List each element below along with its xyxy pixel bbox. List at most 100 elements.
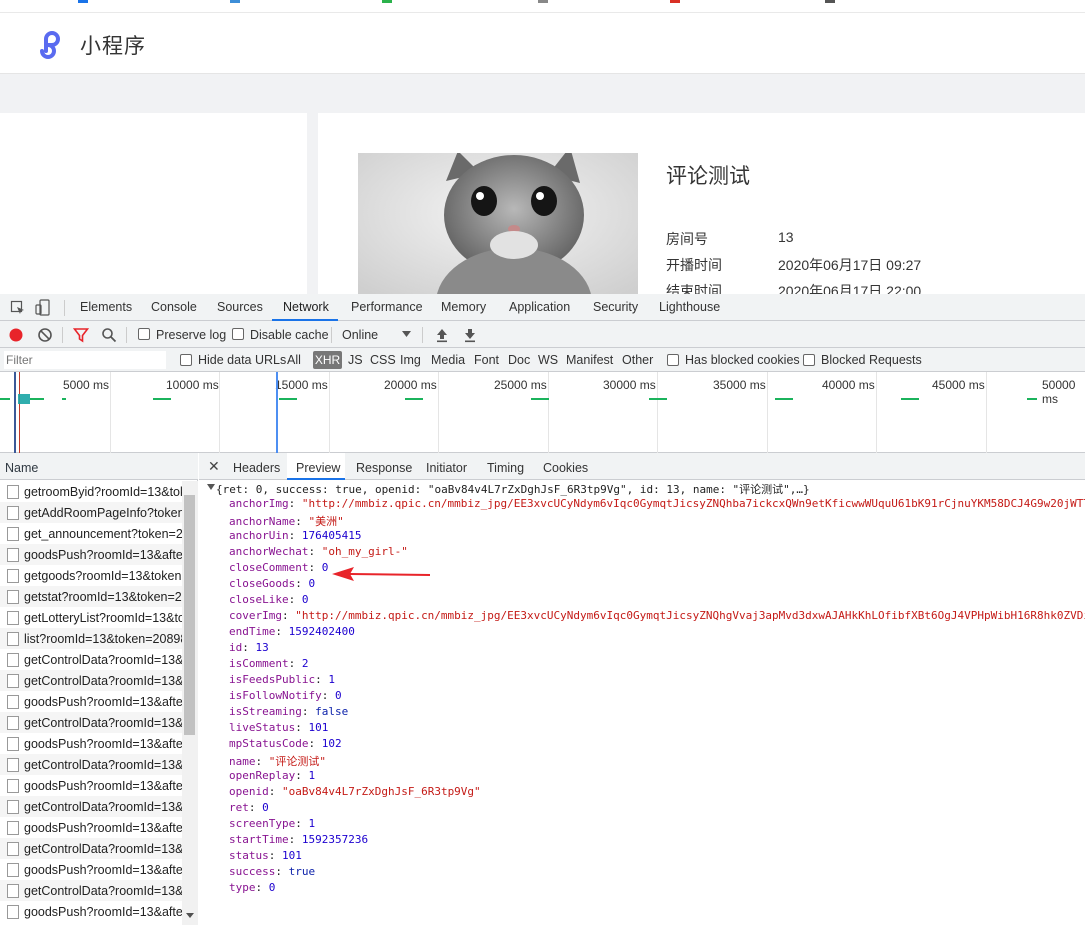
request-row[interactable]: getstat?roomId=13&token=2 (0, 586, 182, 607)
request-row[interactable]: getAddRoomPageInfo?token= (0, 502, 182, 523)
request-row[interactable]: get_announcement?token=20 (0, 523, 182, 544)
json-field-openid[interactable]: openid: "oaBv84v4L7rZxDghJsF_6R3tp9Vg" (229, 785, 481, 798)
json-field-startTime[interactable]: startTime: 1592357236 (229, 833, 368, 846)
json-field-closeComment[interactable]: closeComment: 0 (229, 561, 328, 574)
filter-type-font[interactable]: Font (474, 353, 499, 367)
tab-security[interactable]: Security (593, 300, 638, 314)
json-field-name[interactable]: name: "评论测试" (229, 753, 326, 769)
json-field-endTime[interactable]: endTime: 1592402400 (229, 625, 355, 638)
tab-memory[interactable]: Memory (441, 300, 486, 314)
filter-type-manifest[interactable]: Manifest (566, 353, 613, 367)
preserve-log-checkbox[interactable] (138, 328, 150, 340)
network-overview-timeline[interactable]: 5000 ms 10000 ms 15000 ms 20000 ms 25000… (0, 372, 1085, 453)
json-field-closeLike[interactable]: closeLike: 0 (229, 593, 308, 606)
filter-input[interactable] (4, 351, 166, 369)
json-field-anchorName[interactable]: anchorName: "美洲" (229, 513, 344, 529)
tab-application[interactable]: Application (509, 300, 570, 314)
request-row[interactable]: goodsPush?roomId=13&after (0, 901, 182, 922)
filter-icon[interactable] (73, 327, 89, 343)
filter-type-ws[interactable]: WS (538, 353, 558, 367)
json-field-coverImg[interactable]: coverImg: "http://mmbiz.qpic.cn/mmbiz_jp… (229, 609, 1085, 622)
request-row[interactable]: getControlData?roomId=13& (0, 754, 182, 775)
json-field-mpStatusCode[interactable]: mpStatusCode: 102 (229, 737, 342, 750)
inspect-element-icon[interactable] (10, 300, 26, 316)
request-row[interactable]: getControlData?roomId=13& (0, 880, 182, 901)
search-icon[interactable] (101, 327, 117, 343)
tab-sources[interactable]: Sources (217, 300, 263, 314)
json-field-ret[interactable]: ret: 0 (229, 801, 269, 814)
json-root-summary[interactable]: {ret: 0, success: true, openid: "oaBv84v… (216, 481, 810, 497)
request-row[interactable]: goodsPush?roomId=13&after (0, 691, 182, 712)
json-field-anchorImg[interactable]: anchorImg: "http://mmbiz.qpic.cn/mmbiz_j… (229, 497, 1085, 510)
name-column-header[interactable]: Name (0, 453, 198, 480)
request-row[interactable]: getControlData?roomId=13& (0, 670, 182, 691)
json-field-success[interactable]: success: true (229, 865, 315, 878)
filter-type-xhr[interactable]: XHR (313, 351, 342, 369)
filter-type-all[interactable]: All (287, 353, 301, 367)
request-row[interactable]: getControlData?roomId=13& (0, 838, 182, 859)
bookmark-icon[interactable] (78, 0, 88, 3)
request-row[interactable]: getgoods?roomId=13&token (0, 565, 182, 586)
json-field-status[interactable]: status: 101 (229, 849, 302, 862)
record-icon[interactable] (8, 327, 24, 343)
json-field-isComment[interactable]: isComment: 2 (229, 657, 308, 670)
json-field-isFollowNotify[interactable]: isFollowNotify: 0 (229, 689, 342, 702)
device-toolbar-icon[interactable] (35, 299, 51, 316)
request-row[interactable]: goodsPush?roomId=13&after (0, 775, 182, 796)
filter-type-media[interactable]: Media (431, 353, 465, 367)
filter-type-other[interactable]: Other (622, 353, 653, 367)
bookmark-icon[interactable] (670, 0, 680, 3)
json-field-anchorUin[interactable]: anchorUin: 176405415 (229, 529, 361, 542)
has-blocked-cookies-checkbox[interactable] (667, 354, 679, 366)
scroll-down-arrow-icon[interactable] (186, 913, 194, 919)
tab-preview[interactable]: Preview (296, 461, 340, 475)
close-icon[interactable]: ✕ (208, 458, 220, 475)
tab-network[interactable]: Network (283, 300, 329, 314)
scrollbar-thumb[interactable] (184, 495, 195, 735)
tab-headers[interactable]: Headers (233, 461, 280, 475)
filter-type-css[interactable]: CSS (370, 353, 396, 367)
bookmark-icon[interactable] (382, 0, 392, 3)
request-row[interactable]: getLotteryList?roomId=13&to (0, 607, 182, 628)
request-row[interactable]: goodsPush?roomId=13&after (0, 817, 182, 838)
json-field-type[interactable]: type: 0 (229, 881, 275, 894)
json-field-screenType[interactable]: screenType: 1 (229, 817, 315, 830)
json-field-anchorWechat[interactable]: anchorWechat: "oh_my_girl-" (229, 545, 408, 558)
disable-cache-checkbox[interactable] (232, 328, 244, 340)
expand-triangle-icon[interactable] (207, 484, 215, 491)
filter-type-img[interactable]: Img (400, 353, 421, 367)
request-row[interactable]: getroomByid?roomId=13&tok (0, 481, 182, 502)
bookmark-icon[interactable] (538, 0, 548, 3)
chevron-down-icon[interactable] (402, 331, 411, 338)
throttling-select[interactable]: Online (342, 328, 378, 342)
tab-lighthouse[interactable]: Lighthouse (659, 300, 720, 314)
bookmark-icon[interactable] (230, 0, 240, 3)
json-field-openReplay[interactable]: openReplay: 1 (229, 769, 315, 782)
request-row[interactable]: goodsPush?roomId=13&after (0, 859, 182, 880)
tab-console[interactable]: Console (151, 300, 197, 314)
export-har-icon[interactable] (463, 327, 477, 343)
json-field-liveStatus[interactable]: liveStatus: 101 (229, 721, 328, 734)
tab-response[interactable]: Response (356, 461, 412, 475)
request-row[interactable]: goodsPush?roomId=13&after (0, 544, 182, 565)
json-field-closeGoods[interactable]: closeGoods: 0 (229, 577, 315, 590)
tab-performance[interactable]: Performance (351, 300, 423, 314)
json-field-id[interactable]: id: 13 (229, 641, 269, 654)
tab-elements[interactable]: Elements (80, 300, 132, 314)
hide-data-urls-checkbox[interactable] (180, 354, 192, 366)
tab-cookies[interactable]: Cookies (543, 461, 588, 475)
tab-timing[interactable]: Timing (487, 461, 524, 475)
tab-initiator[interactable]: Initiator (426, 461, 467, 475)
clear-icon[interactable] (37, 327, 53, 343)
request-row[interactable]: getControlData?roomId=13& (0, 649, 182, 670)
request-row[interactable]: goodsPush?roomId=13&after (0, 733, 182, 754)
request-row[interactable]: getControlData?roomId=13& (0, 796, 182, 817)
bookmark-icon[interactable] (825, 0, 835, 3)
request-row[interactable]: getControlData?roomId=13& (0, 712, 182, 733)
request-row[interactable]: list?roomId=13&token=20898 (0, 628, 182, 649)
json-field-isStreaming[interactable]: isStreaming: false (229, 705, 348, 718)
request-list-scrollbar[interactable] (182, 481, 198, 925)
filter-type-doc[interactable]: Doc (508, 353, 530, 367)
json-field-isFeedsPublic[interactable]: isFeedsPublic: 1 (229, 673, 335, 686)
filter-type-js[interactable]: JS (348, 353, 363, 367)
